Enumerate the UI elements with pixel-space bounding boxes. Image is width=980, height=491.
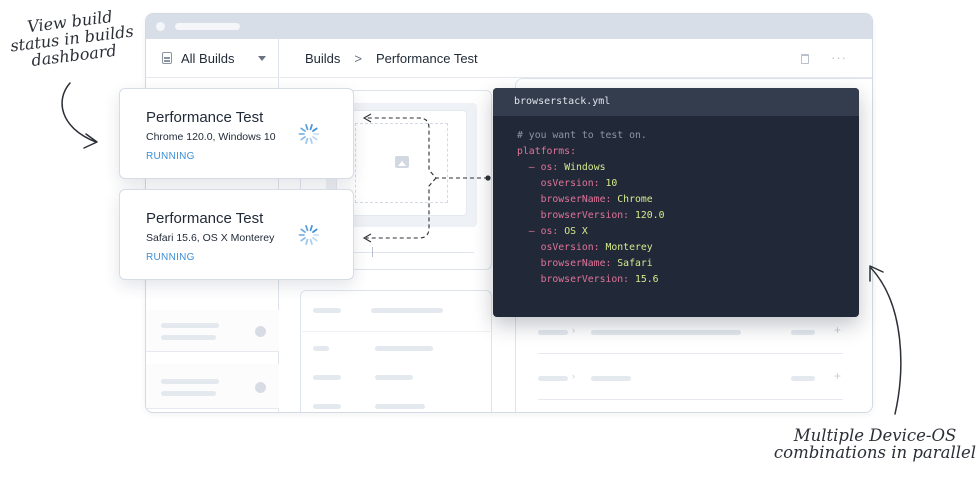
config-connector xyxy=(366,117,488,239)
annotation-arrow-left xyxy=(61,82,97,143)
connector-line-top xyxy=(366,117,488,179)
arrow-head-icon xyxy=(83,133,98,149)
connector-line-bottom xyxy=(366,177,437,239)
connector-node xyxy=(485,175,491,181)
annotation-arrow-right xyxy=(870,267,902,415)
connector-overlay xyxy=(61,82,902,415)
